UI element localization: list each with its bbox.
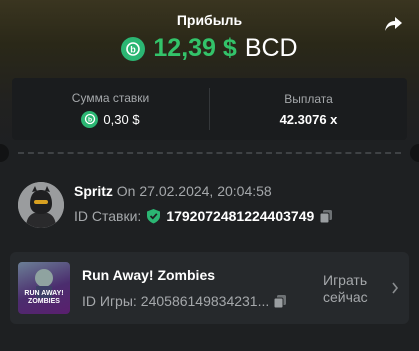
- page-title: Прибыль: [176, 12, 243, 28]
- payout-stat: Выплата 42.3076 x: [210, 78, 407, 140]
- bet-id-line: ID Ставки: 1792072481224403749: [74, 208, 333, 224]
- bc-coin-icon: b: [81, 110, 99, 128]
- bet-stats-panel: Сумма ставки b 0,30 $ Выплата 42.3076 x: [12, 78, 407, 140]
- bet-amount-label: Сумма ставки: [71, 90, 150, 105]
- username[interactable]: Spritz: [74, 183, 113, 199]
- game-thumbnail-text: RUN AWAY! ZOMBIES: [24, 290, 64, 305]
- copy-icon[interactable]: [319, 209, 333, 224]
- user-info-line: Spritz On 27.02.2024, 20:04:58: [74, 183, 272, 199]
- game-thumbnail[interactable]: RUN AWAY! ZOMBIES: [18, 262, 70, 314]
- payout-value-row: 42.3076 x: [280, 112, 338, 127]
- game-id-label: ID Игры:: [82, 293, 137, 309]
- share-arrow-icon[interactable]: [384, 14, 404, 34]
- profit-value: 12,39 $: [153, 34, 237, 62]
- bc-coin-icon: b: [121, 36, 146, 61]
- game-id-row: ID Игры: 240586149834231...: [82, 293, 287, 309]
- bet-amount-value-row: b 0,30 $: [81, 110, 140, 128]
- avatar[interactable]: [18, 182, 64, 228]
- bet-id-value: 1792072481224403749: [166, 208, 315, 224]
- right-notch: [410, 144, 419, 162]
- user-row: Spritz On 27.02.2024, 20:04:58 ID Ставки…: [16, 180, 407, 230]
- bet-amount-stat: Сумма ставки b 0,30 $: [12, 78, 209, 140]
- bet-datetime: 27.02.2024, 20:04:58: [139, 183, 272, 199]
- bet-id-label: ID Ставки:: [74, 208, 142, 224]
- payout-label: Выплата: [284, 91, 333, 106]
- chevron-right-icon[interactable]: [391, 282, 399, 294]
- profit-amount: b 12,39 $ BCD: [0, 34, 419, 63]
- game-card[interactable]: RUN AWAY! ZOMBIES Run Away! Zombies ID И…: [10, 252, 409, 324]
- date-prefix: On: [116, 183, 136, 199]
- payout-value: 42.3076 x: [279, 111, 338, 127]
- profit-currency: BCD: [244, 34, 298, 62]
- play-now-button[interactable]: Играть сейчас: [323, 272, 393, 306]
- bet-amount-value: 0,30 $: [103, 111, 140, 127]
- dashed-line: [18, 152, 401, 154]
- game-id-value: 240586149834231...: [140, 293, 270, 309]
- game-name[interactable]: Run Away! Zombies: [82, 267, 215, 283]
- svg-text:b: b: [88, 117, 92, 124]
- ticket-separator: [0, 144, 419, 162]
- svg-text:b: b: [131, 44, 137, 54]
- copy-icon[interactable]: [273, 294, 287, 309]
- verified-shield-icon: [147, 209, 161, 224]
